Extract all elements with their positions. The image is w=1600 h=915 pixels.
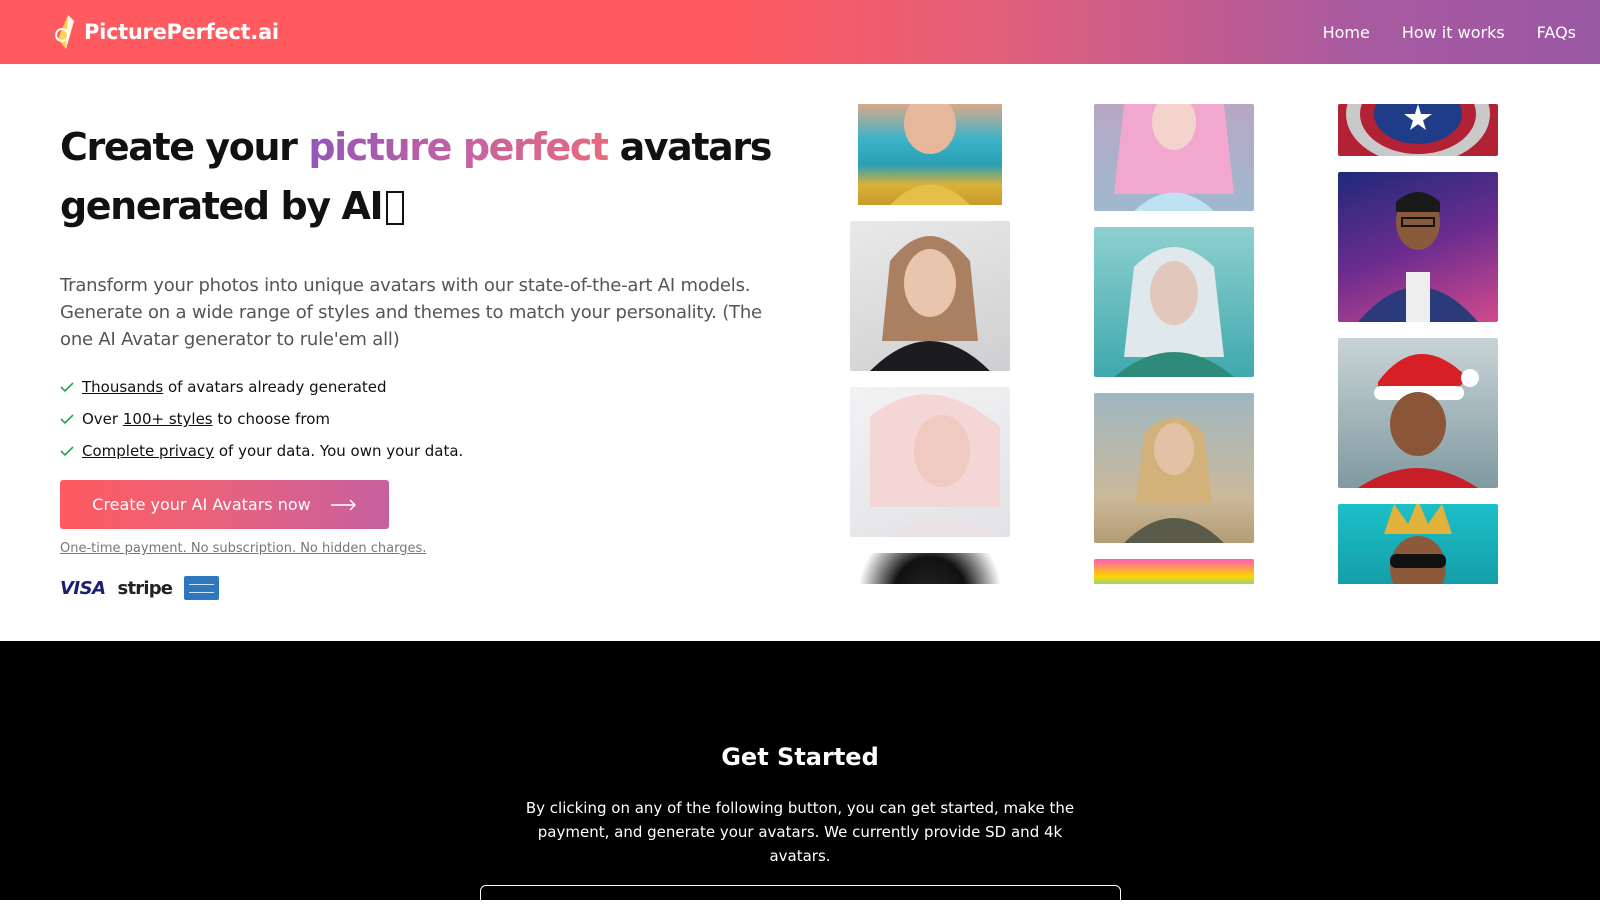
feature-item: Complete privacy of your data. You own y… (60, 435, 800, 467)
avatar-tile-blonde-woman (850, 387, 1010, 537)
arrow-right-icon (330, 499, 356, 510)
avatar-tile-rainbow (1094, 559, 1254, 584)
hero-section: Create your picture perfect avatars gene… (60, 118, 800, 600)
avatar-tile-business-woman (850, 221, 1010, 371)
amex-logo-icon (184, 576, 220, 600)
avatar-gallery (850, 104, 1500, 584)
nav-faqs-link[interactable]: FAQs (1537, 23, 1576, 42)
emoji-placeholder-icon (386, 191, 405, 225)
check-icon (60, 446, 74, 456)
avatar-tile-captain-shield (1338, 104, 1498, 156)
feature-link-thousands[interactable]: Thousands (82, 378, 163, 396)
portrait-icon (1114, 104, 1234, 211)
feature-item: Thousands of avatars already generated (60, 371, 800, 403)
shield-icon (1346, 104, 1490, 156)
nav-home-link[interactable]: Home (1323, 23, 1370, 42)
hero-subtitle: Transform your photos into unique avatar… (60, 275, 762, 350)
create-avatars-button-label: Create your AI Avatars now (92, 495, 311, 514)
avatar-tile-bw-woman (850, 553, 1010, 584)
feature-list: Thousands of avatars already generated O… (60, 371, 800, 467)
feature-link-styles[interactable]: 100+ styles (123, 410, 213, 428)
avatar-tile-king-sunglasses (1338, 504, 1498, 584)
create-avatars-button[interactable]: Create your AI Avatars now (60, 480, 389, 529)
avatar-tile-pink-hair (1094, 104, 1254, 211)
portrait-icon (1358, 353, 1479, 488)
main-nav: Home How it works FAQs (1323, 23, 1576, 42)
portrait-icon (1384, 504, 1452, 584)
hero-title-part1: Create your (60, 125, 309, 169)
feature-suffix: of your data. You own your data. (214, 442, 464, 460)
hero-title: Create your picture perfect avatars gene… (60, 118, 800, 236)
payment-methods: VISA stripe (60, 576, 800, 600)
feature-suffix: of avatars already generated (163, 378, 387, 396)
brand-logo-icon (55, 15, 74, 49)
check-icon (60, 382, 74, 392)
portrait-icon (870, 394, 1000, 537)
check-icon (60, 414, 74, 424)
payment-note: One-time payment. No subscription. No hi… (60, 541, 427, 556)
brand-name: PicturePerfect.ai (84, 20, 279, 44)
feature-prefix: Over (82, 410, 123, 428)
avatar-tile-gold-dress (850, 104, 1010, 205)
hero-title-highlight: picture perfect (308, 125, 609, 169)
visa-logo: VISA (60, 577, 106, 599)
feature-suffix: to choose from (212, 410, 331, 428)
avatar-tile-santa-hat (1338, 338, 1498, 488)
avatar-tile-silver-hair (1094, 227, 1254, 377)
stripe-logo: stripe (117, 577, 173, 599)
top-navbar: PicturePerfect.ai Home How it works FAQs (0, 0, 1600, 64)
get-started-description: By clicking on any of the following butt… (525, 799, 1075, 865)
avatar-tile-elf-warrior (1094, 393, 1254, 543)
pricing-card[interactable] (480, 885, 1121, 915)
portrait-icon (1124, 418, 1224, 543)
portrait-icon (1114, 247, 1234, 377)
portrait-icon (850, 104, 1010, 205)
get-started-title: Get Started (721, 743, 879, 771)
get-started-section: Get Started By clicking on any of the fo… (0, 641, 1600, 915)
portrait-icon (1358, 192, 1478, 322)
feature-item: Over 100+ styles to choose from (60, 403, 800, 435)
avatar-tile-cyberpunk-man (1338, 172, 1498, 322)
brand[interactable]: PicturePerfect.ai (54, 13, 279, 51)
feature-link-privacy[interactable]: Complete privacy (82, 442, 214, 460)
nav-how-it-works-link[interactable]: How it works (1402, 23, 1505, 42)
portrait-icon (870, 236, 990, 371)
